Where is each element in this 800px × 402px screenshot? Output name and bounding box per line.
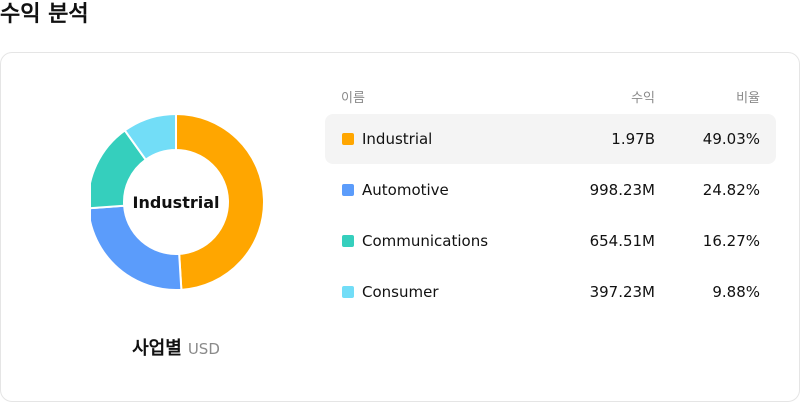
table-header: 이름 수익 비율 [341, 87, 760, 107]
chart-caption-title: 사업별 [132, 338, 182, 359]
segment-ratio: 49.03% [702, 130, 760, 148]
chart-caption-unit: USD [187, 340, 220, 358]
segment-row[interactable]: Communications 654.51M 16.27% [325, 216, 776, 266]
segment-name: Automotive [362, 181, 449, 199]
segment-revenue: 998.23M [589, 181, 655, 199]
segment-list: Industrial 1.97B 49.03% Automotive 998.2… [325, 114, 776, 318]
segment-name: Consumer [362, 283, 439, 301]
segment-color-swatch [342, 235, 354, 247]
segment-name: Industrial [362, 130, 433, 148]
segment-ratio: 24.82% [702, 181, 760, 199]
segment-name: Communications [362, 232, 489, 250]
column-header-name: 이름 [341, 91, 365, 106]
segment-ratio: 9.88% [712, 283, 760, 301]
segment-revenue: 397.23M [589, 283, 655, 301]
segment-row[interactable]: Consumer 397.23M 9.88% [325, 267, 776, 317]
segment-revenue: 1.97B [611, 130, 655, 148]
donut-chart: Industrial [91, 111, 271, 293]
revenue-card: Industrial 사업별 USD 이름 수익 비율 Industrial 1.… [0, 52, 800, 402]
segment-revenue: 654.51M [589, 232, 655, 250]
segment-color-swatch [342, 133, 354, 145]
segment-color-swatch [342, 286, 354, 298]
chart-caption: 사업별 USD [1, 337, 351, 361]
segment-color-swatch [342, 184, 354, 196]
segment-ratio: 16.27% [702, 232, 760, 250]
segment-row[interactable]: Automotive 998.23M 24.82% [325, 165, 776, 215]
page-title: 수익 분석 [0, 2, 89, 27]
column-header-revenue: 수익 [631, 91, 655, 106]
segment-row[interactable]: Industrial 1.97B 49.03% [325, 114, 776, 164]
donut-center-label: Industrial [132, 192, 220, 212]
column-header-ratio: 비율 [736, 91, 760, 106]
